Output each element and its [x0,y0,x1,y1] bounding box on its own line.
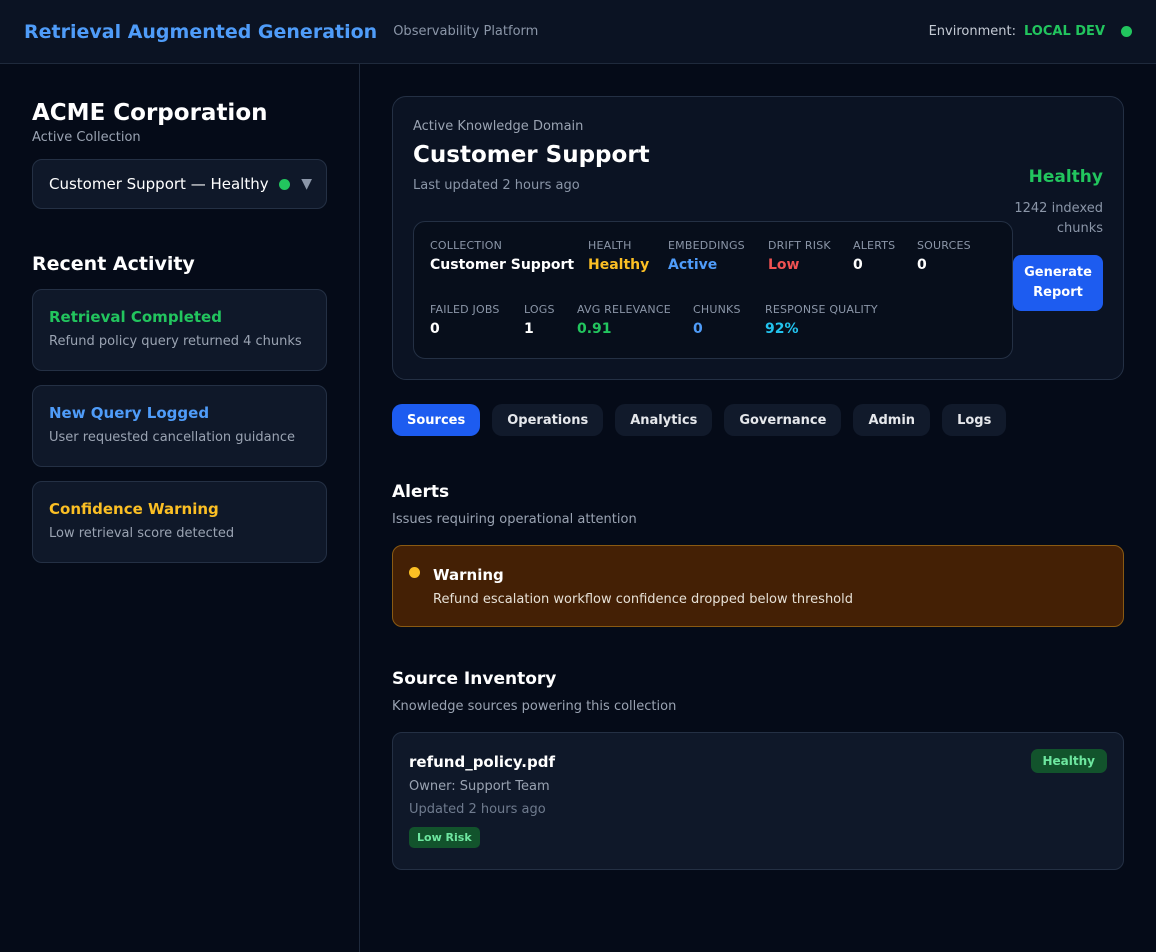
stat-health: HEALTH Healthy [588,239,649,273]
top-bar: Retrieval Augmented Generation Observabi… [0,0,1156,64]
collection-select-value: Customer Support — Healthy [49,175,269,193]
stat-failed-jobs: FAILED JOBS 0 [430,303,500,337]
stat-response-quality: RESPONSE QUALITY 92% [765,303,878,337]
environment-value: LOCAL DEV [1023,24,1105,39]
knowledge-domain-card: Active Knowledge Domain Customer Support… [392,96,1124,380]
stat-label: HEALTH [588,239,632,252]
activity-title: Confidence Warning [49,500,219,518]
app-subtitle: Observability Platform [393,24,539,39]
section-tabs: Sources Operations Analytics Governance … [392,404,1124,436]
stat-collection: COLLECTION Customer Support [430,239,574,273]
generate-report-label-1: Generate [1024,265,1092,280]
stat-alerts: ALERTS 0 [853,239,895,273]
stat-value: 0 [693,321,703,337]
domain-summary: Healthy 1242 indexed chunks Generate Repo… [993,167,1103,311]
tab-sources[interactable]: Sources [392,404,481,436]
source-inventory-section: Source Inventory Knowledge sources power… [392,669,1124,870]
tab-admin[interactable]: Admin [853,404,931,436]
stats-panel: COLLECTION Customer Support HEALTH Healt… [413,221,1013,359]
stat-value: Customer Support [430,257,575,273]
alert-card[interactable]: Warning Refund escalation workflow confi… [392,545,1124,627]
indexed-chunks-count: 1242 indexed [1014,201,1103,216]
stat-label: ALERTS [853,239,896,252]
main-content: Active Knowledge Domain Customer Support… [392,64,1124,870]
stat-label: FAILED JOBS [430,303,500,316]
stat-label: CHUNKS [693,303,741,316]
stat-label: DRIFT RISK [768,239,831,252]
stat-chunks: CHUNKS 0 [693,303,741,337]
environment-label: Environment: [928,24,1016,39]
activity-card[interactable]: Retrieval Completed Refund policy query … [32,289,327,371]
tab-governance[interactable]: Governance [724,404,842,436]
stat-value: Low [768,257,800,273]
stat-label: SOURCES [917,239,971,252]
activity-title: Retrieval Completed [49,308,222,326]
alert-description: Refund escalation workflow confidence dr… [433,592,853,607]
org-subtitle: Active Collection [32,130,141,145]
environment-status-icon [1121,26,1132,37]
alerts-section: Alerts Issues requiring operational atte… [392,482,1124,627]
stat-label: EMBEDDINGS [668,239,745,252]
stat-sources: SOURCES 0 [917,239,971,273]
stat-logs: LOGS 1 [524,303,555,337]
activity-description: Refund policy query returned 4 chunks [49,334,302,349]
stat-drift-risk: DRIFT RISK Low [768,239,831,273]
app-title: Retrieval Augmented Generation [24,20,378,43]
alert-title: Warning [433,566,504,584]
generate-report-button[interactable]: Generate Report [1013,255,1103,311]
source-name: refund_policy.pdf [409,753,556,771]
activity-card[interactable]: Confidence Warning Low retrieval score d… [32,481,327,563]
generate-report-label-2: Report [1033,285,1083,300]
org-name: ACME Corporation [32,100,268,126]
activity-description: Low retrieval score detected [49,526,235,541]
warning-dot-icon [409,567,420,578]
stat-value: Healthy [588,257,650,273]
stat-label: COLLECTION [430,239,503,252]
recent-activity-title: Recent Activity [32,253,195,275]
inventory-subtitle: Knowledge sources powering this collecti… [392,699,677,714]
stat-value: 92% [765,321,799,337]
stat-embeddings: EMBEDDINGS Active [668,239,745,273]
environment-indicator: Environment: LOCAL DEV [929,24,1132,39]
indexed-chunks: 1242 indexed chunks [993,199,1103,239]
stat-avg-relevance: AVG RELEVANCE 0.91 [577,303,671,337]
collection-select[interactable]: Customer Support — Healthy ▼ [32,159,327,209]
tab-logs[interactable]: Logs [942,404,1007,436]
inventory-title: Source Inventory [392,669,557,689]
stat-value: Active [668,257,718,273]
stat-value: 0 [917,257,927,273]
sidebar: ACME Corporation Active Collection Custo… [0,64,360,952]
health-badge: Healthy [1030,749,1107,773]
source-updated: Updated 2 hours ago [409,802,546,817]
source-owner: Owner: Support Team [409,779,550,794]
domain-health-status: Healthy [1028,167,1103,187]
tab-operations[interactable]: Operations [492,404,604,436]
domain-title: Customer Support [413,142,650,168]
stat-value: 0.91 [577,321,612,337]
stat-label: RESPONSE QUALITY [765,303,878,316]
stat-value: 0 [430,321,440,337]
alerts-subtitle: Issues requiring operational attention [392,512,637,527]
stat-label: LOGS [524,303,555,316]
activity-description: User requested cancellation guidance [49,430,295,445]
tab-analytics[interactable]: Analytics [615,404,713,436]
activity-title: New Query Logged [49,404,210,422]
risk-badge: Low Risk [409,827,480,848]
domain-eyebrow: Active Knowledge Domain [413,119,584,134]
indexed-chunks-unit: chunks [1056,221,1103,236]
activity-card[interactable]: New Query Logged User requested cancella… [32,385,327,467]
stat-label: AVG RELEVANCE [577,303,671,316]
stat-value: 1 [524,321,534,337]
healthy-status-icon [278,178,290,190]
stat-value: 0 [853,257,863,273]
source-card[interactable]: refund_policy.pdf Owner: Support Team Up… [392,732,1124,870]
chevron-down-icon[interactable]: ▼ [301,176,312,192]
alerts-title: Alerts [392,482,450,502]
